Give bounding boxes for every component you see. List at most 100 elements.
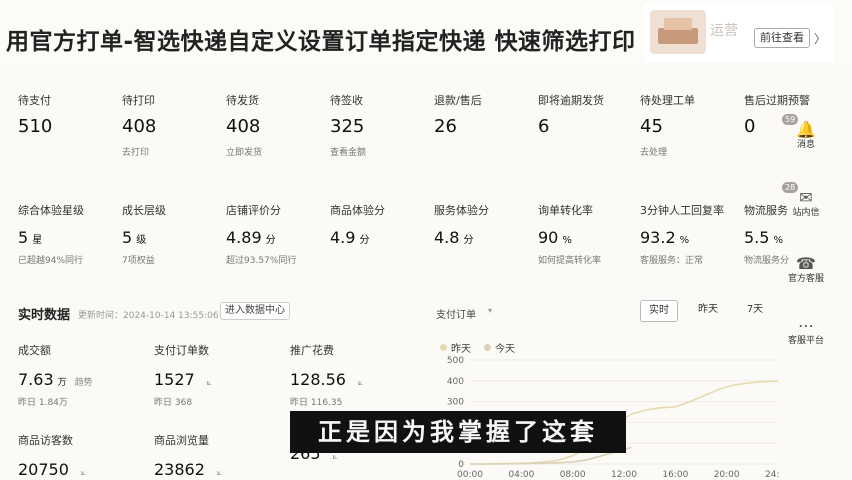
- metric-yesterday: 昨日 116.35: [290, 398, 343, 408]
- score-stat: 服务体验分 4.8 分: [434, 202, 489, 253]
- score-value: 4.89 分: [226, 228, 296, 247]
- metric-number: 20750: [18, 460, 69, 479]
- order-stat[interactable]: 待签收 325 查看金额: [330, 92, 366, 158]
- realtime-metric[interactable]: 支付订单数 1527 ⟀ 昨日 368: [154, 342, 212, 408]
- realtime-metric[interactable]: 推广花费 128.56 ⟀ 昨日 116.35: [290, 342, 363, 408]
- x-tick-label: 24:00: [765, 470, 780, 480]
- trend-icon[interactable]: 趋势: [75, 378, 93, 388]
- score-label: 3分钟人工回复率: [640, 204, 724, 217]
- order-stat[interactable]: 退款/售后 26: [434, 92, 482, 145]
- y-tick-label: 0: [458, 460, 464, 470]
- score-number: 4.8: [434, 228, 460, 247]
- video-subtitle: 正是因为我掌握了这套: [290, 411, 626, 453]
- score-note: 如何提高转化率: [538, 256, 602, 266]
- rail-item-chat[interactable]: ⋯ 客服平台: [782, 316, 830, 347]
- stat-action-link[interactable]: 查看金额: [330, 145, 366, 158]
- banner-go-button[interactable]: 前往查看: [754, 28, 810, 48]
- score-number: 90: [538, 228, 559, 247]
- x-tick-label: 20:00: [714, 470, 740, 480]
- metric-number: 7.63: [18, 370, 54, 389]
- count-badge: 59: [782, 114, 799, 125]
- trend-icon[interactable]: ⟀: [217, 468, 222, 478]
- score-value: 5级: [122, 228, 166, 247]
- legend-dot: [484, 344, 491, 351]
- banner-ad[interactable]: 运营 前往查看 〉: [644, 4, 834, 62]
- rail-item-mail[interactable]: 28 ✉ 站内信: [782, 182, 830, 219]
- score-number: 93.2: [640, 228, 676, 247]
- metric-label: 商品访客数: [18, 434, 73, 447]
- stat-action-link[interactable]: 去打印: [122, 145, 156, 158]
- mail-icon: ✉: [799, 188, 813, 207]
- chevron-right-icon[interactable]: 〉: [814, 30, 826, 47]
- trend-icon[interactable]: ⟀: [358, 378, 363, 388]
- trend-icon[interactable]: ⟀: [333, 452, 338, 462]
- stat-value: 6: [538, 116, 550, 137]
- x-tick-label: 00:00: [457, 470, 483, 480]
- score-note: 7项权益: [122, 256, 155, 266]
- trend-icon[interactable]: ⟀: [81, 468, 86, 478]
- metric-value: 1527 ⟀: [154, 370, 212, 389]
- metric-value: 128.56 ⟀: [290, 370, 363, 389]
- tab-yesterday[interactable]: 昨天: [690, 300, 726, 322]
- score-unit: %: [679, 235, 690, 246]
- score-value: 4.8 分: [434, 228, 489, 247]
- realtime-metric[interactable]: 商品浏览量 23862 ⟀: [154, 432, 222, 480]
- score-stat: 综合体验星级 5 星已超越94%同行: [18, 202, 84, 266]
- stat-label: 待打印: [122, 94, 155, 107]
- chevron-down-icon[interactable]: ▾: [488, 306, 492, 315]
- metric-value: 20750 ⟀: [18, 460, 86, 479]
- promo-banner: 用官方打单-智选快递自定义设置订单指定快递 快速筛选打印 运营 前往查看 〉: [0, 0, 852, 68]
- y-tick-label: 500: [447, 356, 464, 366]
- product-box-shape: [664, 18, 692, 30]
- x-tick-label: 12:00: [611, 470, 637, 480]
- order-stat[interactable]: 待打印 408 去打印: [122, 92, 156, 158]
- score-value: 90%: [538, 228, 601, 247]
- score-stat: 商品体验分 4.9 分: [330, 202, 385, 253]
- tab-7days[interactable]: 7天: [738, 300, 772, 322]
- metric-label: 推广花费: [290, 344, 334, 357]
- score-label: 服务体验分: [434, 204, 489, 217]
- headset-icon: ☎: [796, 254, 816, 273]
- rail-item-headset[interactable]: ☎ 官方客服: [782, 254, 830, 285]
- realtime-metric[interactable]: 成交额 7.63 万趋势 昨日 1.84万: [18, 342, 93, 408]
- score-stat: 询单转化率 90% 如何提高转化率: [538, 202, 601, 266]
- score-unit: 星: [32, 235, 43, 246]
- metric-label: 成交额: [18, 344, 51, 357]
- score-number: 5: [122, 228, 133, 247]
- score-label: 成长层级: [122, 204, 166, 217]
- rail-label: 官方客服: [787, 274, 824, 284]
- score-label: 店铺评价分: [226, 204, 281, 217]
- stat-value: 325: [330, 116, 365, 137]
- x-tick-label: 04:00: [508, 470, 534, 480]
- score-label: 综合体验星级: [18, 204, 84, 217]
- data-center-button[interactable]: 进入数据中心: [220, 302, 290, 320]
- metric-value: 23862 ⟀: [154, 460, 222, 479]
- stat-value: 408: [226, 116, 261, 137]
- stat-label: 待处理工单: [640, 94, 695, 107]
- stat-action-link[interactable]: 立即发货: [226, 145, 262, 158]
- order-stat[interactable]: 待发货 408 立即发货: [226, 92, 262, 158]
- update-time: 更新时间：2024-10-14 13:55:06: [78, 311, 219, 321]
- trend-icon[interactable]: ⟀: [207, 378, 212, 388]
- score-note: 客服服务：正常: [640, 256, 704, 266]
- realtime-metric[interactable]: 商品访客数 20750 ⟀: [18, 432, 86, 480]
- order-stat[interactable]: 待处理工单 45 去处理: [640, 92, 695, 158]
- rail-item-bell[interactable]: 59 🔔 消息: [782, 114, 830, 151]
- rail-label: 客服平台: [787, 336, 824, 346]
- stat-value: 26: [434, 116, 457, 137]
- score-value: 93.2%: [640, 228, 724, 247]
- stat-label: 即将逾期发货: [538, 94, 604, 107]
- stat-label: 待支付: [18, 94, 51, 107]
- score-label: 询单转化率: [538, 204, 593, 217]
- stat-action-link[interactable]: 去处理: [640, 145, 695, 158]
- x-tick-label: 08:00: [560, 470, 586, 480]
- metric-number: 128.56: [290, 370, 346, 389]
- order-stat[interactable]: 即将逾期发货 6: [538, 92, 604, 145]
- score-note: 已超越94%同行: [18, 256, 84, 266]
- score-number: 5.5: [744, 228, 770, 247]
- tab-realtime[interactable]: 实时: [640, 300, 678, 322]
- product-box-shape: [658, 28, 698, 44]
- chart-metric-select[interactable]: 支付订单: [436, 306, 476, 321]
- order-stat[interactable]: 待支付 510: [18, 92, 52, 145]
- rail-label: 消息: [796, 140, 815, 150]
